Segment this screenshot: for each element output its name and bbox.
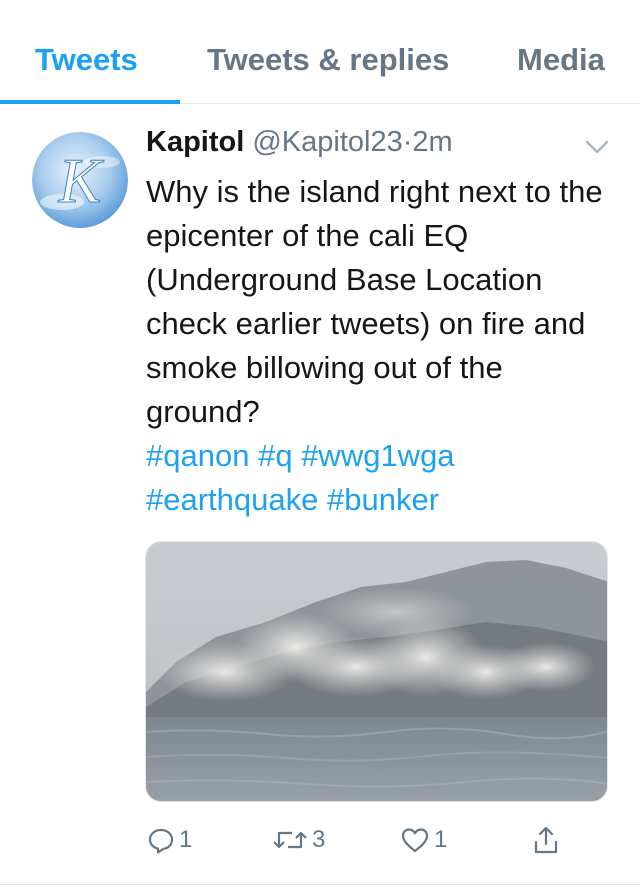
tab-tweets[interactable]: Tweets (35, 42, 138, 78)
author-name[interactable]: Kapitol (146, 126, 244, 158)
reply-count: 1 (179, 826, 193, 853)
reply-button[interactable]: 1 (147, 820, 192, 860)
hashtag-link[interactable]: #q (258, 438, 292, 473)
tab-media[interactable]: Media (517, 42, 605, 78)
share-button[interactable] (532, 820, 560, 860)
author-handle[interactable]: @Kapitol23 (252, 126, 402, 158)
like-button[interactable]: 1 (400, 820, 447, 860)
meta-separator: · (402, 126, 413, 158)
retweet-button[interactable]: 3 (272, 820, 325, 860)
active-tab-indicator (0, 100, 180, 104)
tab-tweets-and-replies[interactable]: Tweets & replies (207, 42, 449, 78)
profile-tabs: Tweets Tweets & replies Media (0, 0, 640, 104)
avatar[interactable]: K (32, 132, 128, 228)
share-icon (532, 824, 560, 856)
tweet-text: Why is the island right next to the epic… (146, 174, 603, 429)
hashtag-link[interactable]: #qanon (146, 438, 249, 473)
chevron-down-icon[interactable] (584, 138, 610, 156)
retweet-count: 3 (312, 826, 326, 853)
reply-icon (147, 826, 175, 854)
retweet-icon (272, 826, 308, 854)
hashtag-link[interactable]: #wwg1wga (301, 438, 454, 473)
avatar-letter: K (58, 145, 105, 216)
like-icon (400, 826, 430, 854)
tweet-time[interactable]: 2m (412, 126, 452, 158)
tweet-hashtags: #qanon #q #wwg1wga #earthquake #bunker (146, 434, 616, 522)
hashtag-link[interactable]: #earthquake (146, 482, 318, 517)
like-count: 1 (434, 826, 448, 853)
hashtag-link[interactable]: #bunker (327, 482, 439, 517)
tweet-photo[interactable] (145, 541, 608, 802)
tweet-actions: 1 3 1 (0, 820, 640, 860)
divider (0, 884, 640, 885)
tweet-header: Kapitol @Kapitol23·2m (146, 126, 453, 166)
